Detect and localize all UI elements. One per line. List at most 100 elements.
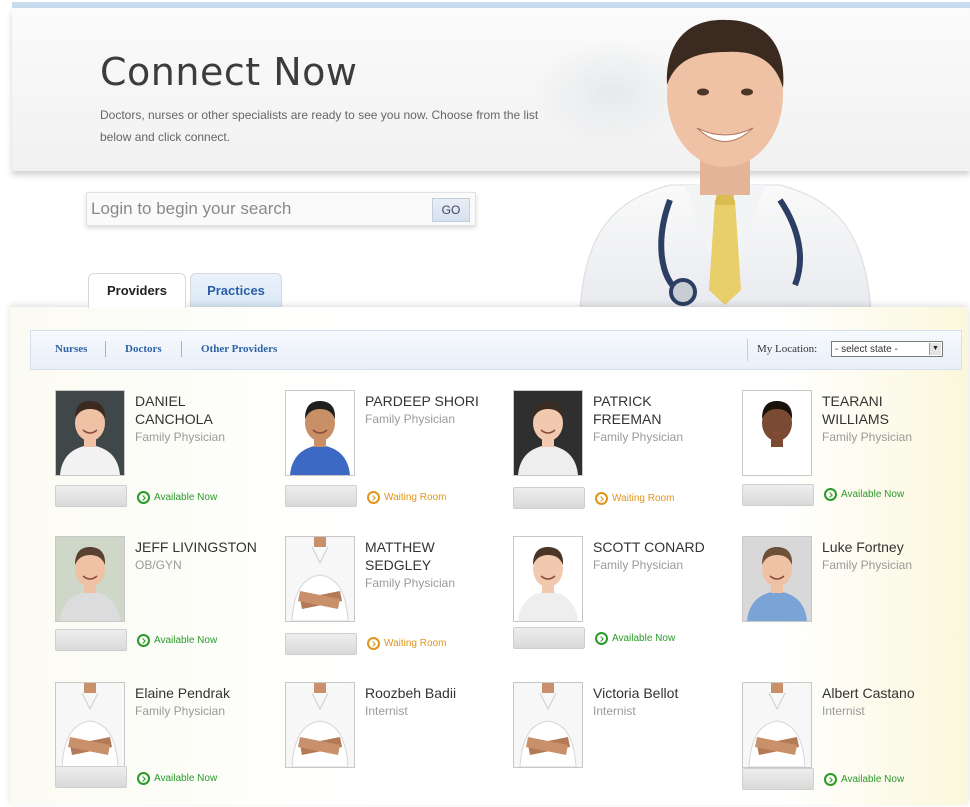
page-title: Connect Now: [100, 50, 358, 94]
provider-photo-frame[interactable]: [513, 536, 583, 622]
provider-photo-frame[interactable]: [55, 536, 125, 622]
status-available: Available Now: [824, 488, 904, 501]
provider-photo: [514, 537, 582, 621]
provider-photo-frame[interactable]: [55, 682, 125, 768]
status-label: Waiting Room: [384, 638, 447, 650]
status-label: Available Now: [841, 774, 905, 786]
status-waiting: Waiting Room: [595, 492, 674, 505]
provider-name[interactable]: Luke Fortney: [822, 538, 952, 556]
provider-photo-frame[interactable]: [285, 390, 355, 476]
provider-card: Albert Castano Internist Available Now: [742, 682, 952, 807]
connect-button[interactable]: [55, 629, 127, 651]
go-button[interactable]: GO: [432, 198, 470, 222]
provider-name[interactable]: Elaine Pendrak: [135, 684, 265, 702]
tab-practices[interactable]: Practices: [190, 273, 282, 308]
clock-icon: [367, 637, 380, 650]
check-circle-icon: [595, 632, 608, 645]
provider-name[interactable]: PATRICK FREEMAN: [593, 392, 723, 428]
check-circle-icon: [137, 772, 150, 785]
provider-info: Elaine Pendrak Family Physician: [135, 684, 265, 720]
provider-name[interactable]: Albert Castano: [822, 684, 952, 702]
provider-photo-frame[interactable]: [742, 536, 812, 622]
filter-link-nurses[interactable]: Nurses: [55, 343, 87, 355]
provider-photo: [56, 391, 124, 475]
placeholder-photo: [743, 683, 811, 767]
provider-specialty: Internist: [593, 704, 636, 718]
provider-info: Roozbeh Badii Internist: [365, 684, 495, 720]
provider-card: JEFF LIVINGSTON OB/GYN Available Now: [55, 536, 265, 661]
placeholder-photo: [56, 683, 124, 767]
provider-photo: [286, 391, 354, 475]
filter-link-other-providers[interactable]: Other Providers: [201, 343, 277, 355]
check-circle-icon: [137, 491, 150, 504]
provider-info: PARDEEP SHORI Family Physician: [365, 392, 495, 428]
location-label: My Location:: [757, 343, 818, 355]
tab-providers[interactable]: Providers: [88, 273, 186, 308]
status-available: Available Now: [595, 632, 675, 645]
status-label: Waiting Room: [384, 492, 447, 504]
status-label: Waiting Room: [612, 493, 675, 505]
search-input[interactable]: [91, 197, 421, 221]
provider-card: Victoria Bellot Internist: [513, 682, 723, 807]
connect-button[interactable]: [742, 484, 814, 506]
provider-specialty: Family Physician: [135, 704, 226, 718]
provider-specialty: OB/GYN: [135, 558, 182, 572]
provider-card: PATRICK FREEMAN Family Physician Waiting R…: [513, 390, 723, 515]
filter-separator: [181, 341, 182, 357]
provider-photo-frame[interactable]: [742, 682, 812, 768]
connect-button[interactable]: [513, 627, 585, 649]
connect-button[interactable]: [742, 768, 814, 790]
connect-button[interactable]: [513, 487, 585, 509]
provider-name[interactable]: SCOTT CONARD: [593, 538, 723, 556]
provider-name[interactable]: JEFF LIVINGSTON: [135, 538, 265, 556]
chevron-down-icon: ▼: [929, 343, 941, 355]
status-available: Available Now: [137, 634, 217, 647]
provider-photo-frame[interactable]: [513, 390, 583, 476]
status-label: Available Now: [154, 635, 218, 647]
search-box: GO: [86, 192, 476, 226]
status-label: Available Now: [612, 633, 676, 645]
provider-card: DANIEL CANCHOLA Family Physician Available…: [55, 390, 265, 515]
provider-photo-frame[interactable]: [285, 536, 355, 622]
provider-photo-frame[interactable]: [513, 682, 583, 768]
provider-name[interactable]: Roozbeh Badii: [365, 684, 495, 702]
provider-photo: [743, 391, 811, 475]
provider-specialty: Family Physician: [365, 576, 456, 590]
provider-card: Roozbeh Badii Internist: [285, 682, 495, 807]
provider-photo-frame[interactable]: [285, 682, 355, 768]
provider-name[interactable]: PARDEEP SHORI: [365, 392, 495, 410]
provider-name[interactable]: TEARANI WILLIAMS: [822, 392, 952, 428]
provider-info: PATRICK FREEMAN Family Physician: [593, 392, 723, 446]
check-circle-icon: [824, 488, 837, 501]
provider-photo: [514, 391, 582, 475]
provider-specialty: Family Physician: [822, 430, 913, 444]
provider-card: TEARANI WILLIAMS Family Physician Availabl…: [742, 390, 952, 515]
provider-specialty: Family Physician: [593, 430, 684, 444]
provider-name[interactable]: MATTHEW SEDGLEY: [365, 538, 495, 574]
status-waiting: Waiting Room: [367, 491, 446, 504]
provider-specialty: Family Physician: [365, 412, 456, 426]
provider-card: MATTHEW SEDGLEY Family Physician Waiting R…: [285, 536, 495, 661]
filter-link-doctors[interactable]: Doctors: [125, 343, 162, 355]
connect-button[interactable]: [55, 766, 127, 788]
provider-photo-frame[interactable]: [742, 390, 812, 476]
status-available: Available Now: [137, 772, 217, 785]
clock-icon: [367, 491, 380, 504]
provider-info: Luke Fortney Family Physician: [822, 538, 952, 574]
connect-button[interactable]: [285, 485, 357, 507]
page-subtitle: Doctors, nurses or other specialists are…: [100, 108, 539, 144]
state-select[interactable]: - select state - ▼: [831, 341, 943, 357]
provider-info: JEFF LIVINGSTON OB/GYN: [135, 538, 265, 574]
provider-info: MATTHEW SEDGLEY Family Physician: [365, 538, 495, 592]
placeholder-photo: [286, 537, 354, 621]
status-waiting: Waiting Room: [367, 637, 446, 650]
provider-info: Victoria Bellot Internist: [593, 684, 723, 720]
connect-button[interactable]: [55, 485, 127, 507]
provider-specialty: Internist: [822, 704, 865, 718]
location-divider: [747, 339, 748, 361]
provider-photo-frame[interactable]: [55, 390, 125, 476]
provider-name[interactable]: Victoria Bellot: [593, 684, 723, 702]
provider-name[interactable]: DANIEL CANCHOLA: [135, 392, 265, 428]
provider-card: PARDEEP SHORI Family Physician Waiting Roo…: [285, 390, 495, 515]
connect-button[interactable]: [285, 633, 357, 655]
